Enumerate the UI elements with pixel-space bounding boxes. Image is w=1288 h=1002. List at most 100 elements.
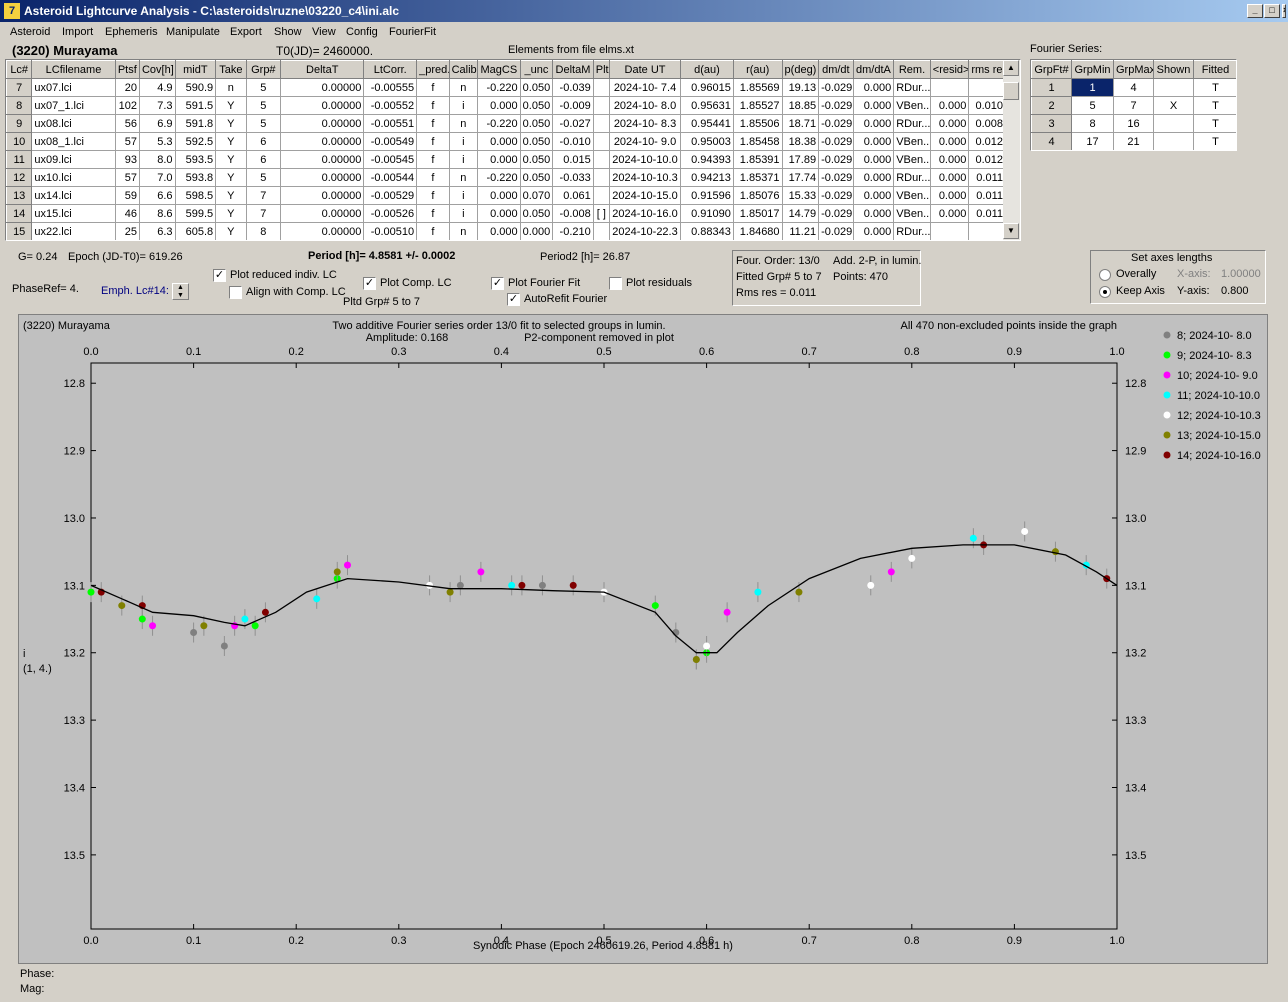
table-cell[interactable]: i — [448, 150, 479, 169]
table-cell[interactable] — [929, 222, 970, 240]
table-cell[interactable]: 9 — [6, 114, 33, 133]
table-cell[interactable]: 0.000 — [929, 204, 970, 223]
table-cell[interactable]: -0.00526 — [363, 204, 418, 223]
table-cell[interactable] — [592, 222, 610, 240]
menu-view[interactable]: View — [312, 26, 336, 38]
table-cell[interactable]: 57 — [114, 132, 140, 151]
table-cell[interactable]: 591.5 — [174, 96, 217, 115]
menu-fourierfit[interactable]: FourierFit — [389, 26, 436, 38]
table-cell[interactable]: 0.94393 — [680, 150, 734, 169]
table-cell[interactable]: 0.88343 — [680, 222, 734, 240]
table-cell[interactable]: 0.00000 — [280, 168, 365, 187]
table-cell[interactable]: -0.00529 — [363, 186, 418, 205]
table-cell[interactable]: 0.95631 — [680, 96, 734, 115]
table-cell[interactable]: 5 — [245, 96, 282, 115]
fourier-column-header[interactable]: GrpMax — [1113, 60, 1154, 79]
table-cell[interactable]: VBen... — [893, 150, 931, 169]
table-cell[interactable]: 0.061 — [552, 186, 594, 205]
table-cell[interactable]: -0.00510 — [363, 222, 418, 240]
table-cell[interactable]: 593.5 — [174, 150, 217, 169]
table-cell[interactable]: f — [416, 78, 450, 97]
table-cell[interactable]: 5 — [245, 78, 282, 97]
table-cell[interactable]: VBen... — [893, 186, 931, 205]
align-checkbox[interactable] — [229, 286, 242, 299]
fourier-cell[interactable]: 1 — [1031, 78, 1072, 97]
table-cell[interactable]: 0.000 — [929, 150, 970, 169]
table-cell[interactable]: -0.039 — [552, 78, 594, 97]
table-cell[interactable]: 0.000 — [477, 204, 521, 223]
table-cell[interactable]: f — [416, 96, 450, 115]
fourier-cell[interactable]: 16 — [1113, 114, 1154, 133]
table-cell[interactable]: 0.00000 — [280, 222, 365, 240]
table-cell[interactable]: f — [416, 168, 450, 187]
table-cell[interactable]: -0.029 — [818, 168, 854, 187]
table-cell[interactable] — [592, 96, 610, 115]
fourier-cell[interactable]: 5 — [1071, 96, 1114, 115]
table-cell[interactable]: 1.85458 — [732, 132, 783, 151]
column-header[interactable]: dm/dtA — [852, 60, 895, 79]
table-cell[interactable]: -0.029 — [818, 222, 854, 240]
table-cell[interactable]: -0.220 — [477, 114, 521, 133]
fourier-cell[interactable]: T — [1193, 114, 1236, 133]
table-cell[interactable]: f — [416, 186, 450, 205]
table-cell[interactable]: 7 — [6, 78, 33, 97]
table-cell[interactable]: 0.011 — [968, 168, 1006, 187]
table-cell[interactable]: 0.000 — [929, 132, 970, 151]
table-scrollbar[interactable]: ▲ ▼ — [1003, 60, 1020, 240]
table-cell[interactable] — [592, 132, 610, 151]
table-cell[interactable]: i — [448, 186, 479, 205]
table-cell[interactable]: 0.000 — [852, 114, 895, 133]
table-cell[interactable]: 0.00000 — [280, 96, 365, 115]
table-cell[interactable]: 599.5 — [174, 204, 217, 223]
table-cell[interactable]: 0.00000 — [280, 132, 365, 151]
table-cell[interactable]: n — [448, 222, 479, 240]
column-header[interactable]: Calib. — [448, 60, 479, 79]
column-header[interactable]: Plt — [592, 60, 610, 79]
table-cell[interactable]: 1.85569 — [732, 78, 783, 97]
table-cell[interactable] — [929, 78, 970, 97]
fourier-cell[interactable]: X — [1153, 96, 1194, 115]
table-cell[interactable]: 0.000 — [519, 222, 554, 240]
table-cell[interactable]: 59 — [114, 186, 140, 205]
table-cell[interactable]: 0.00000 — [280, 186, 365, 205]
table-cell[interactable]: Y — [215, 96, 247, 115]
table-cell[interactable]: 0.94213 — [680, 168, 734, 187]
fourier-cell[interactable]: 4 — [1031, 132, 1072, 150]
table-cell[interactable]: 8.0 — [138, 150, 176, 169]
table-row[interactable]: 12 ux10.lci 57 7.0 593.8 Y 5 0.00000 -0.00544 f n -… — [6, 168, 1006, 187]
column-header[interactable]: Date UT — [608, 60, 682, 79]
column-header[interactable]: rms res — [968, 60, 1006, 79]
table-cell[interactable]: 6 — [245, 132, 282, 151]
fourier-cell[interactable] — [1153, 78, 1194, 97]
table-cell[interactable]: 0.00000 — [280, 204, 365, 223]
column-header[interactable]: p(deg) — [781, 60, 820, 79]
table-cell[interactable]: ux15.lci — [31, 204, 116, 223]
table-cell[interactable]: -0.029 — [818, 78, 854, 97]
table-cell[interactable]: ux07_1.lci — [31, 96, 116, 115]
table-cell[interactable]: 0.000 — [852, 222, 895, 240]
column-header[interactable]: MagCS — [477, 60, 521, 79]
table-cell[interactable]: 56 — [114, 114, 140, 133]
table-cell[interactable]: 0.000 — [929, 168, 970, 187]
table-cell[interactable]: f — [416, 150, 450, 169]
table-row[interactable]: 15 ux22.lci 25 6.3 605.8 Y 8 0.00000 -0.00510 f n 0… — [6, 222, 1006, 240]
table-cell[interactable]: 0.000 — [852, 186, 895, 205]
fourier-column-header[interactable]: Fitted — [1193, 60, 1236, 79]
table-cell[interactable]: VBen... — [893, 96, 931, 115]
column-header[interactable]: LCfilename — [31, 60, 116, 79]
fourier-row[interactable]: 3 8 16 T — [1031, 114, 1236, 133]
table-cell[interactable]: f — [416, 114, 450, 133]
table-cell[interactable]: -0.029 — [818, 96, 854, 115]
table-cell[interactable]: 5 — [245, 114, 282, 133]
table-cell[interactable]: 7.0 — [138, 168, 176, 187]
table-cell[interactable]: 0.050 — [519, 96, 554, 115]
menu-config[interactable]: Config — [346, 26, 378, 38]
plot-reduced-checkbox[interactable]: ✓ — [213, 269, 226, 282]
table-cell[interactable]: 2024-10- 8.0 — [608, 96, 682, 115]
column-header[interactable]: Lc# — [6, 60, 33, 79]
fourier-cell[interactable] — [1153, 132, 1194, 150]
table-cell[interactable] — [592, 78, 610, 97]
table-cell[interactable]: 0.070 — [519, 186, 554, 205]
table-cell[interactable]: 593.8 — [174, 168, 217, 187]
table-cell[interactable]: 0.050 — [519, 204, 554, 223]
